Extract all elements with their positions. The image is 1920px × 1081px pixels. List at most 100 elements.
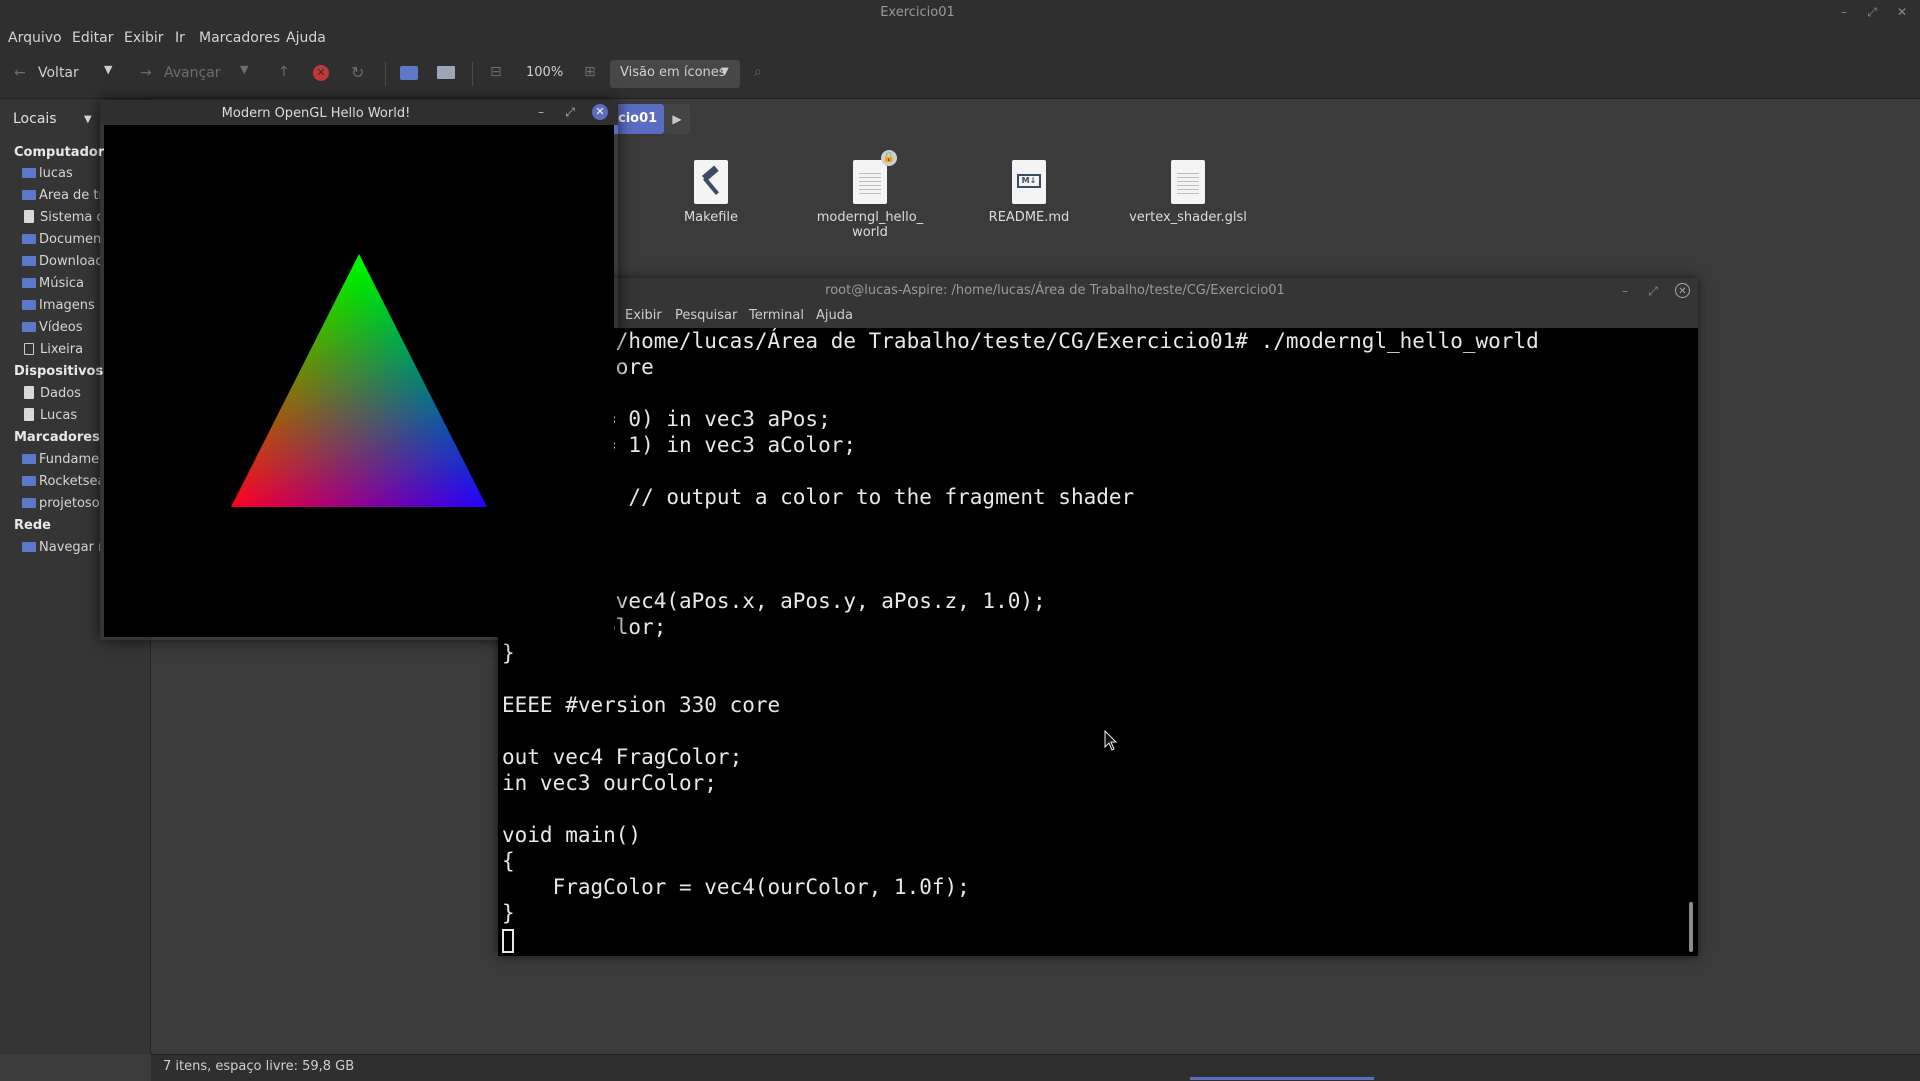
terminal-menu-ajuda[interactable]: Ajuda bbox=[816, 308, 853, 323]
sidebar-item-documents[interactable]: Documentos bbox=[22, 232, 100, 247]
view-mode-label: Visão em ícones bbox=[620, 65, 726, 80]
path-button-current[interactable]: cio01 bbox=[614, 104, 664, 134]
terminal-title: root@lucas-Aspire: /home/lucas/Área de T… bbox=[825, 283, 1285, 298]
sidebar-item-dados[interactable]: Dados bbox=[22, 386, 100, 401]
back-button[interactable]: Voltar bbox=[38, 65, 79, 81]
file-name: README.md bbox=[988, 210, 1070, 225]
terminal-line: } bbox=[502, 901, 515, 925]
home-folder-icon[interactable] bbox=[400, 66, 418, 80]
opengl-window-title: Modern OpenGL Hello World! bbox=[221, 106, 411, 121]
terminal-scrollbar[interactable] bbox=[1689, 902, 1693, 952]
zoom-level: 100% bbox=[526, 65, 564, 80]
forward-button[interactable]: Avançar bbox=[164, 65, 221, 81]
menu-ir[interactable]: Ir bbox=[175, 30, 185, 46]
file-name: moderngl_hello_world bbox=[816, 210, 924, 240]
opengl-minimize-button[interactable]: – bbox=[533, 104, 549, 120]
terminal-line: FragColor = vec4(ourColor, 1.0f); bbox=[502, 875, 970, 899]
up-arrow-icon[interactable]: ↑ bbox=[278, 64, 290, 80]
terminal-cursor bbox=[502, 929, 514, 953]
markdown-file-icon: M↓ bbox=[1012, 160, 1046, 204]
file-item-moderngl-hello-world[interactable]: 🔒 moderngl_hello_world bbox=[795, 150, 945, 240]
terminal-line: { bbox=[502, 849, 515, 873]
sidebar-item-desktop[interactable]: Área de trabalho bbox=[22, 188, 100, 203]
folder-icon bbox=[22, 476, 36, 486]
file-item-readme[interactable]: M↓ README.md bbox=[954, 160, 1104, 225]
terminal-menu-exibir[interactable]: Exibir bbox=[625, 308, 662, 323]
folder-icon bbox=[22, 454, 36, 464]
opengl-maximize-button[interactable]: ⤢ bbox=[562, 104, 578, 120]
folder-icon bbox=[22, 300, 36, 310]
chevron-down-icon: ▼ bbox=[721, 66, 729, 77]
terminal-line: out vec4 FragColor; bbox=[502, 745, 743, 769]
sidebar-item-network[interactable]: Navegar na rede bbox=[22, 540, 100, 555]
sidebar-item-filesystem[interactable]: Sistema de arquivos bbox=[22, 210, 100, 225]
close-button[interactable]: ✕ bbox=[1894, 4, 1910, 20]
terminal-output[interactable]: s-Aspire:/home/lucas/Área de Trabalho/te… bbox=[502, 328, 1684, 954]
folder-icon bbox=[22, 234, 36, 244]
sidebar-header-computer: Computador bbox=[14, 145, 105, 160]
mouse-pointer-icon bbox=[1104, 730, 1118, 751]
menu-editar[interactable]: Editar bbox=[72, 30, 113, 46]
back-history-dropdown-icon[interactable]: ▼ bbox=[104, 63, 112, 76]
drive-icon bbox=[24, 386, 34, 399]
stop-icon[interactable]: ✕ bbox=[313, 65, 329, 81]
sidebar-item-trash[interactable]: Lixeira bbox=[22, 342, 100, 357]
terminal-line: in vec3 ourColor; bbox=[502, 771, 717, 795]
forward-arrow-icon: → bbox=[140, 65, 152, 81]
sidebar-item-downloads[interactable]: Downloads bbox=[22, 254, 100, 269]
folder-icon bbox=[22, 498, 36, 508]
zoom-out-icon[interactable]: ⊟ bbox=[490, 64, 502, 80]
menu-arquivo[interactable]: Arquivo bbox=[8, 30, 62, 46]
folder-icon bbox=[22, 168, 36, 178]
text-file-icon bbox=[1171, 160, 1205, 204]
menu-marcadores[interactable]: Marcadores bbox=[199, 30, 280, 46]
folder-icon bbox=[22, 278, 36, 288]
sidebar-item-videos[interactable]: Vídeos bbox=[22, 320, 100, 335]
path-forward-arrow-icon[interactable]: ▶ bbox=[664, 104, 690, 134]
terminal-line: s-Aspire:/home/lucas/Área de Trabalho/te… bbox=[502, 329, 1539, 353]
sidebar-item-pictures[interactable]: Imagens bbox=[22, 298, 100, 313]
sidebar-item-music[interactable]: Música bbox=[22, 276, 100, 291]
drive-icon bbox=[24, 408, 34, 421]
reload-icon[interactable]: ↻ bbox=[351, 63, 364, 82]
computer-icon[interactable] bbox=[437, 66, 455, 79]
sidebar-item-projetoso[interactable]: projetoso bbox=[22, 496, 100, 511]
file-item-vertex-shader[interactable]: vertex_shader.glsl bbox=[1113, 160, 1263, 225]
terminal-line: void main() bbox=[502, 823, 642, 847]
terminal-menu-pesquisar[interactable]: Pesquisar bbox=[675, 308, 737, 323]
search-icon[interactable]: ⌕ bbox=[754, 64, 762, 80]
sidebar-item-lucas[interactable]: lucas bbox=[22, 166, 100, 181]
sidebar-header-devices: Dispositivos bbox=[14, 364, 104, 379]
maximize-button[interactable]: ⤢ bbox=[1864, 4, 1880, 20]
file-name: vertex_shader.glsl bbox=[1129, 210, 1247, 225]
chevron-down-icon[interactable]: ▼ bbox=[84, 114, 92, 125]
file-item-makefile[interactable]: Makefile bbox=[636, 160, 786, 225]
status-text: 7 itens, espaço livre: 59,8 GB bbox=[163, 1059, 355, 1074]
folder-icon bbox=[22, 256, 36, 266]
minimize-button[interactable]: – bbox=[1836, 4, 1852, 20]
terminal-close-button[interactable]: ✕ bbox=[1675, 283, 1690, 298]
forward-history-dropdown-icon[interactable]: ▼ bbox=[240, 63, 248, 76]
places-selector[interactable]: Locais bbox=[13, 111, 57, 127]
terminal-line: } bbox=[502, 641, 515, 665]
opengl-close-button[interactable]: ✕ bbox=[592, 104, 608, 120]
folder-icon bbox=[22, 322, 36, 332]
separator bbox=[472, 62, 473, 86]
network-folder-icon bbox=[22, 542, 36, 552]
menu-exibir[interactable]: Exibir bbox=[124, 30, 164, 46]
back-arrow-icon: ← bbox=[14, 65, 26, 81]
terminal-line: EEEE #version 330 core bbox=[502, 693, 781, 717]
menu-ajuda[interactable]: Ajuda bbox=[286, 30, 326, 46]
sidebar-item-lucas-drive[interactable]: Lucas bbox=[22, 408, 100, 423]
sidebar-item-rocketseat[interactable]: Rocketseat bbox=[22, 474, 100, 489]
terminal-maximize-button[interactable]: ⤢ bbox=[1645, 283, 1661, 299]
drive-icon bbox=[24, 210, 34, 223]
sidebar-header-bookmarks: Marcadores bbox=[14, 430, 100, 445]
folder-icon bbox=[22, 190, 36, 200]
separator bbox=[385, 62, 386, 86]
zoom-in-icon[interactable]: ⊞ bbox=[584, 64, 596, 80]
terminal-minimize-button[interactable]: – bbox=[1617, 283, 1633, 299]
file-name: Makefile bbox=[683, 210, 739, 225]
sidebar-item-fundamentos[interactable]: Fundamentos bbox=[22, 452, 100, 467]
terminal-menu-terminal[interactable]: Terminal bbox=[749, 308, 804, 323]
